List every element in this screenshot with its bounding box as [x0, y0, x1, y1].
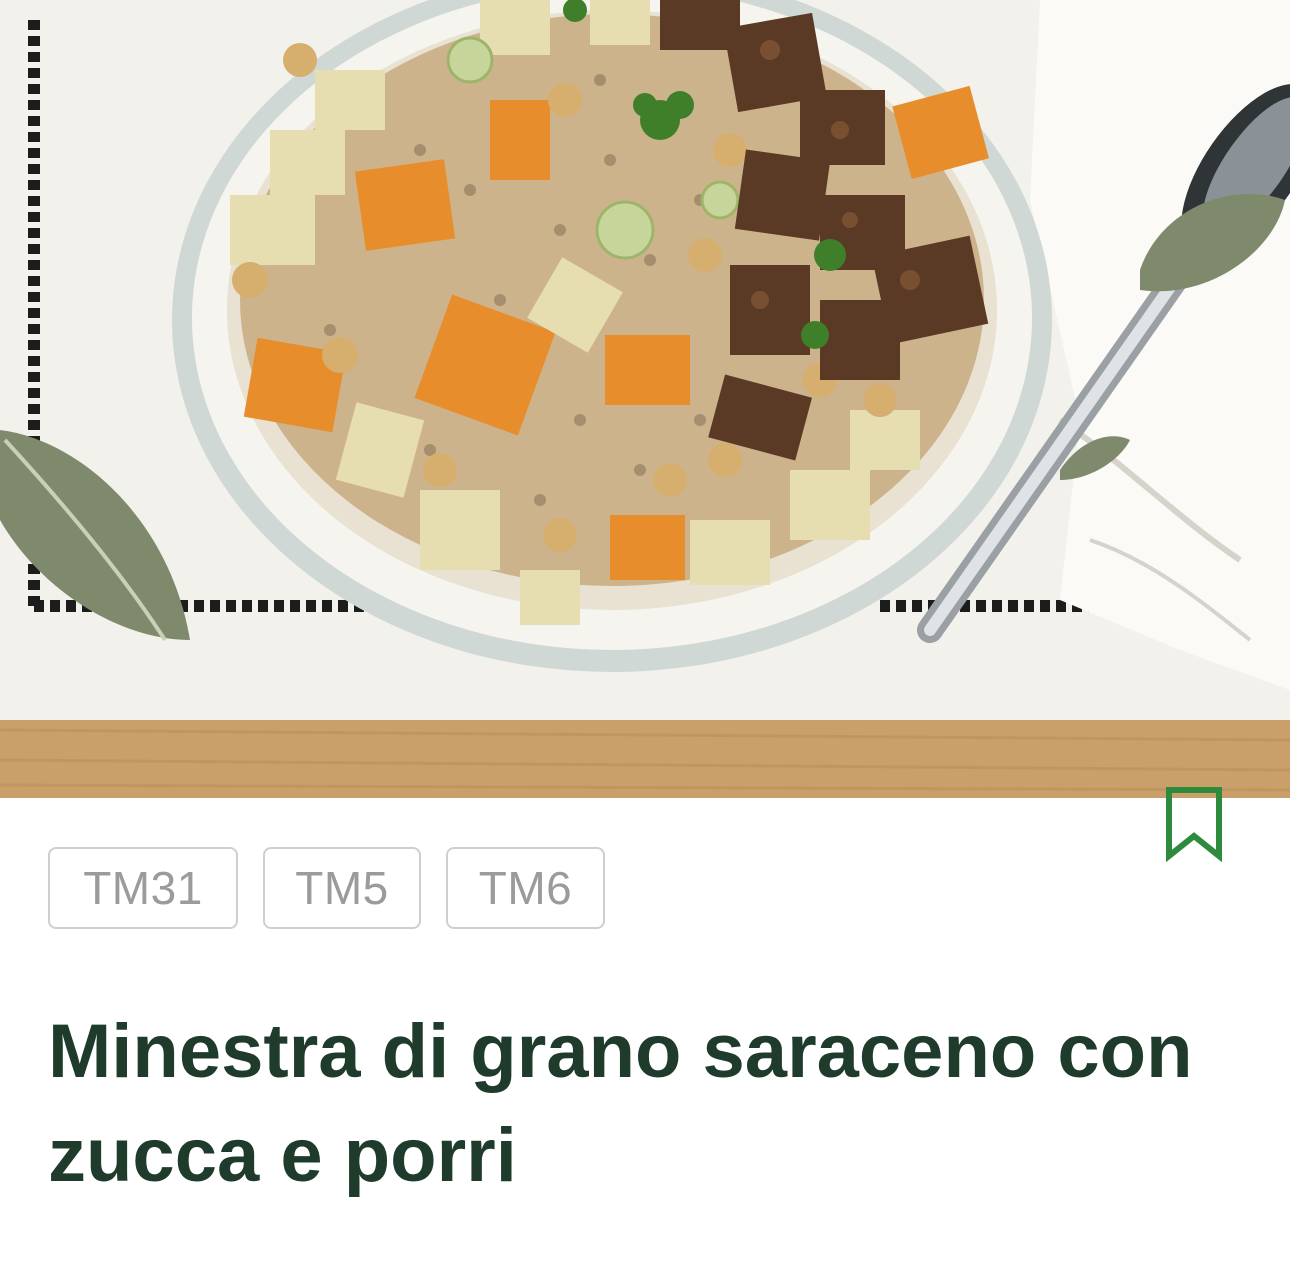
device-chip-tm31: TM31 — [48, 847, 238, 929]
bookmark-button[interactable] — [1163, 786, 1225, 863]
device-compatibility-list: TM31 TM5 TM6 — [48, 847, 605, 929]
recipe-card: TM31 TM5 TM6 Minestra di grano saraceno … — [0, 0, 1290, 1262]
device-chip-tm5: TM5 — [263, 847, 421, 929]
bookmark-outline-icon — [1166, 787, 1222, 863]
recipe-hero-image[interactable] — [0, 0, 1290, 798]
device-chip-tm6: TM6 — [446, 847, 605, 929]
recipe-title: Minestra di grano saraceno con zucca e p… — [48, 1009, 1193, 1198]
